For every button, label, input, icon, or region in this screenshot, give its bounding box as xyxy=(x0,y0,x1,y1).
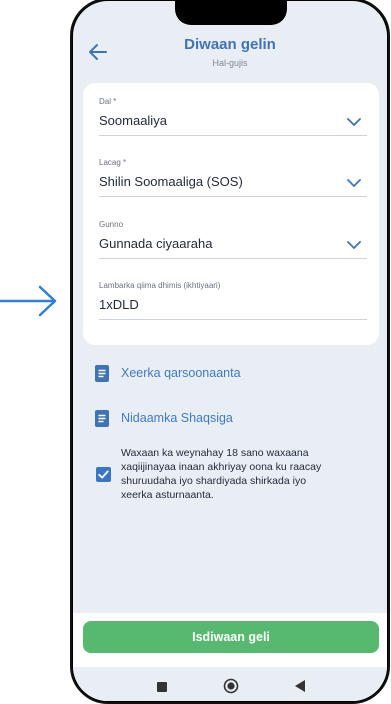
document-icon xyxy=(95,410,109,427)
camera-notch xyxy=(175,1,287,25)
field-underline xyxy=(99,319,367,320)
system-nav-bar xyxy=(73,667,387,701)
recent-apps-icon[interactable] xyxy=(157,682,167,692)
field-underline xyxy=(99,196,367,197)
bonus-label: Gunno xyxy=(99,220,124,229)
chevron-down-icon xyxy=(347,241,361,249)
checkmark-icon xyxy=(98,470,109,479)
field-underline xyxy=(99,258,367,259)
chevron-down-icon xyxy=(347,118,361,126)
consent-text: Waxaan ka weynahay 18 sano waxaana xaqii… xyxy=(121,447,322,501)
promo-code-label: Lambarka qiima dhimis (ikhtiyaari) xyxy=(99,281,221,290)
registration-form-card: Dal * Soomaaliya Lacag * Shilin Soomaali… xyxy=(83,83,379,345)
pointer-arrow-icon xyxy=(0,285,57,317)
page-title: Diwaan gelin xyxy=(184,36,276,53)
privacy-link[interactable]: Nidaamka Shaqsiga xyxy=(95,409,355,429)
field-underline xyxy=(99,135,367,136)
terms-link[interactable]: Xeerka qarsoonaanta xyxy=(95,364,355,384)
app-screen: Diwaan gelin Hal-gujis Dal * Soomaaliya … xyxy=(73,1,387,701)
currency-select[interactable]: Lacag * Shilin Soomaaliga (SOS) xyxy=(99,158,367,202)
page-subtitle: Hal-gujis xyxy=(212,58,248,68)
currency-label: Lacag * xyxy=(99,158,127,167)
country-select[interactable]: Dal * Soomaaliya xyxy=(99,97,367,141)
country-value: Soomaaliya xyxy=(99,113,167,128)
register-button[interactable]: Isdiwaan geli xyxy=(83,621,379,653)
back-triangle-icon[interactable] xyxy=(294,679,306,693)
document-icon xyxy=(95,365,109,382)
chevron-down-icon xyxy=(347,179,361,187)
bonus-select[interactable]: Gunno Gunnada ciyaaraha xyxy=(99,220,367,264)
bonus-value: Gunnada ciyaaraha xyxy=(99,236,213,251)
promo-code-value: 1xDLD xyxy=(99,297,139,312)
consent-checkbox[interactable] xyxy=(96,467,111,482)
terms-link-label: Xeerka qarsoonaanta xyxy=(121,366,241,380)
privacy-link-label: Nidaamka Shaqsiga xyxy=(121,411,233,425)
promo-code-input[interactable]: Lambarka qiima dhimis (ikhtiyaari) 1xDLD xyxy=(99,281,367,325)
currency-value: Shilin Soomaaliga (SOS) xyxy=(99,174,243,189)
country-label: Dal * xyxy=(99,97,117,106)
phone-frame: Diwaan gelin Hal-gujis Dal * Soomaaliya … xyxy=(70,0,390,704)
home-icon[interactable] xyxy=(223,678,239,694)
